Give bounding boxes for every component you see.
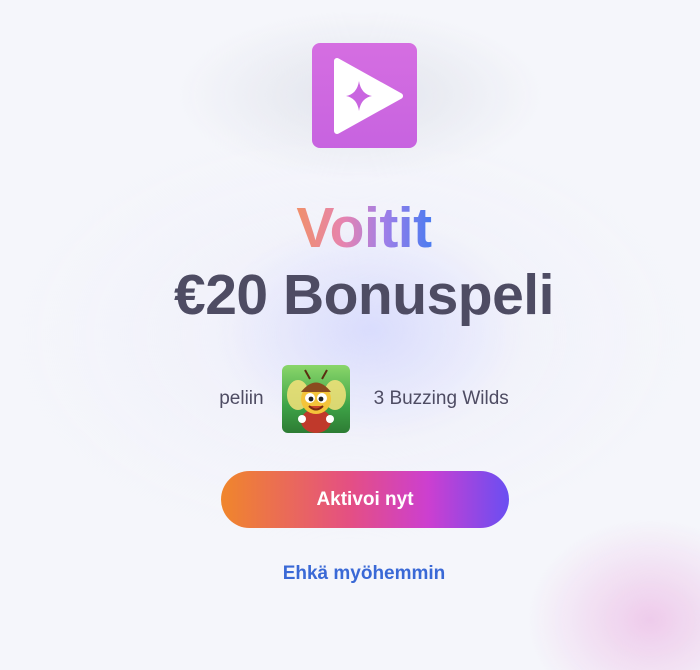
game-thumbnail: [281, 365, 350, 433]
game-info: peliin 3 Buzzing Wilds: [0, 364, 700, 434]
headline-prize: €20 Bonuspeli: [174, 263, 554, 327]
game-name: 3 Buzzing Wilds: [373, 388, 509, 409]
headline-win-text: Voitit: [296, 196, 432, 260]
bee-character-icon: [286, 369, 346, 433]
headline-win: Voitit: [0, 196, 700, 260]
game-prefix: peliin: [219, 388, 264, 409]
activate-now-button[interactable]: Aktivoi nyt: [221, 471, 509, 528]
maybe-later-link[interactable]: Ehkä myöhemmin: [0, 563, 700, 585]
play-sparkle-icon: [334, 58, 403, 134]
app-logo: [312, 43, 417, 148]
